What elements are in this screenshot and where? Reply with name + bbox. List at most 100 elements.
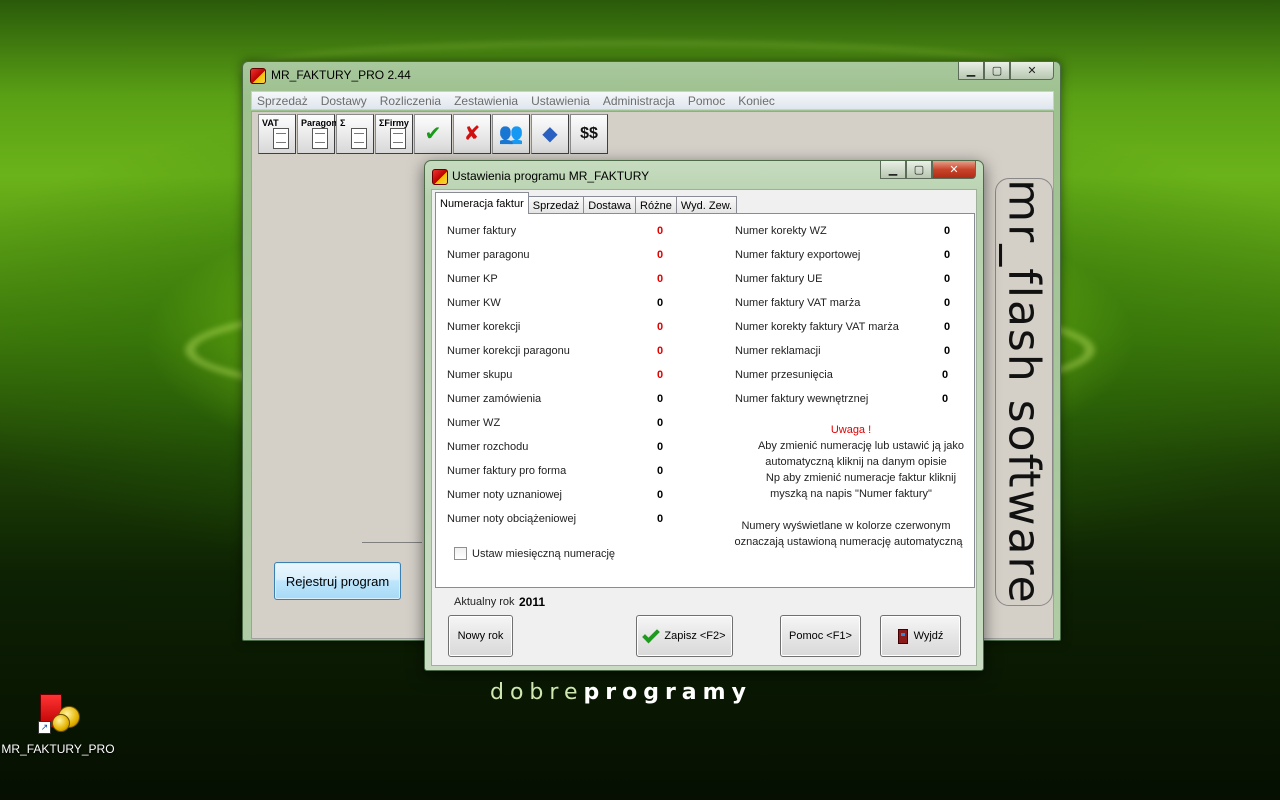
numbering-row[interactable]: Numer korekty faktury VAT marża 0 [735,321,960,337]
menu-zestawienia[interactable]: Zestawienia [454,94,518,108]
numbering-row[interactable]: Numer noty uznaniowej 0 [447,489,672,505]
numbering-row[interactable]: Numer faktury 0 [447,225,672,241]
row-label[interactable]: Numer korekty WZ [735,225,827,237]
row-label[interactable]: Numer korekcji paragonu [447,345,570,357]
row-label[interactable]: Numer reklamacji [735,345,821,357]
red-x-icon: ✘ [463,123,481,145]
row-label[interactable]: Numer rozchodu [447,441,528,453]
shapes-folder-icon: ◆ [542,123,558,145]
new-year-button[interactable]: Nowy rok [448,615,513,657]
numbering-row[interactable]: Numer faktury pro forma 0 [447,465,672,481]
contractors-button[interactable]: 👥 [492,114,530,154]
dialog-maximize-button[interactable]: ▢ [906,161,932,179]
numbering-row[interactable]: Numer skupu 0 [447,369,672,385]
menu-pomoc[interactable]: Pomoc [688,94,725,108]
row-label[interactable]: Numer przesunięcia [735,369,833,381]
numbering-row[interactable]: Numer korekcji 0 [447,321,672,337]
numbering-row[interactable]: Numer paragonu 0 [447,249,672,265]
menu-koniec[interactable]: Koniec [738,94,775,108]
close-button[interactable]: ✕ [1010,62,1054,80]
numbering-row[interactable]: Numer KW 0 [447,297,672,313]
tab-wyd-zew[interactable]: Wyd. Zew. [675,196,738,214]
dialog-close-button[interactable]: ✕ [932,161,976,179]
row-value: 0 [656,489,664,501]
receipt-button[interactable]: Paragon [297,114,337,154]
warehouse-button[interactable]: ◆ [531,114,569,154]
documents-icon [351,128,367,149]
numbering-row[interactable]: Numer faktury exportowej 0 [735,249,960,265]
save-button[interactable]: Zapisz <F2> [636,615,733,657]
notice-line: myszką na napis "Numer faktury" [770,488,932,500]
numbering-row[interactable]: Numer reklamacji 0 [735,345,960,361]
row-label[interactable]: Numer korekcji [447,321,520,333]
menu-dostawy[interactable]: Dostawy [321,94,367,108]
check-icon [642,625,661,643]
app-icon [250,68,266,84]
row-value: 0 [943,273,951,285]
row-label[interactable]: Numer noty uznaniowej [447,489,562,501]
numbering-row[interactable]: Numer rozchodu 0 [447,441,672,457]
numbering-row[interactable]: Numer faktury wewnętrznej 0 [735,393,960,409]
maximize-button[interactable]: ▢ [984,62,1010,80]
row-label[interactable]: Numer faktury wewnętrznej [735,393,868,405]
row-label[interactable]: Numer korekty faktury VAT marża [735,321,899,333]
row-label[interactable]: Numer faktury exportowej [735,249,860,261]
monthly-numbering-option[interactable]: Ustaw miesięczną numerację [454,547,615,560]
row-value: 0 [941,393,949,405]
menu-sprzedaz[interactable]: Sprzedaż [257,94,308,108]
row-label[interactable]: Numer faktury [447,225,516,237]
monthly-numbering-checkbox[interactable] [454,547,467,560]
tab-rozne[interactable]: Różne [635,196,677,214]
settings-dialog: Ustawienia programu MR_FAKTURY ▁ ▢ ✕ Num… [424,160,984,671]
notice-line: Numery wyświetlane w kolorze czerwonym [741,520,951,532]
exit-button[interactable]: Wyjdź [880,615,961,657]
numbering-row[interactable]: Numer zamówienia 0 [447,393,672,409]
row-label[interactable]: Numer KP [447,273,498,285]
tab-numeracja-faktur[interactable]: Numeracja faktur [435,192,529,214]
row-label[interactable]: Numer WZ [447,417,500,429]
numbering-row[interactable]: Numer noty obciążeniowej 0 [447,513,672,529]
shortcut-arrow-icon: ↗ [38,721,51,734]
desktop-shortcut-icon[interactable]: ↗ [38,692,80,734]
maximize-icon: ▢ [913,164,925,176]
row-label[interactable]: Numer skupu [447,369,512,381]
numbering-row[interactable]: Numer faktury UE 0 [735,273,960,289]
money-icon: $$ [580,125,598,142]
row-label[interactable]: Numer zamówienia [447,393,541,405]
tab-dostawa[interactable]: Dostawa [583,196,637,214]
register-program-button[interactable]: Rejestruj program [274,562,401,600]
dialog-titlebar[interactable]: Ustawienia programu MR_FAKTURY ▁ ▢ ✕ [425,161,983,189]
numbering-row[interactable]: Numer WZ 0 [447,417,672,433]
main-titlebar[interactable]: MR_FAKTURY_PRO 2.44 ▁ ▢ ✕ [243,62,1060,90]
row-label[interactable]: Numer noty obciążeniowej [447,513,576,525]
numbering-row[interactable]: Numer przesunięcia 0 [735,369,960,385]
tab-sprzedaz[interactable]: Sprzedaż [527,196,585,214]
sigma-label: Σ [340,118,346,128]
row-label[interactable]: Numer KW [447,297,501,309]
green-check-icon: ✔ [424,123,442,145]
sum-report-button[interactable]: Σ [336,114,374,154]
help-button[interactable]: Pomoc <F1> [780,615,861,657]
menu-rozliczenia[interactable]: Rozliczenia [380,94,441,108]
desktop-shortcut-label[interactable]: MR_FAKTURY_PRO [0,742,116,756]
row-label[interactable]: Numer paragonu [447,249,530,261]
numbering-row[interactable]: Numer korekty WZ 0 [735,225,960,241]
approve-button[interactable]: ✔ [414,114,452,154]
notice-line: automatyczną kliknij na danym opisie [765,456,947,468]
row-label[interactable]: Numer faktury pro forma [447,465,566,477]
row-label[interactable]: Numer faktury UE [735,273,822,285]
dialog-title: Ustawienia programu MR_FAKTURY [452,169,650,183]
menu-ustawienia[interactable]: Ustawienia [531,94,590,108]
payments-button[interactable]: $$ [570,114,608,154]
row-label[interactable]: Numer faktury VAT marża [735,297,860,309]
dialog-minimize-button[interactable]: ▁ [880,161,906,179]
numbering-row[interactable]: Numer KP 0 [447,273,672,289]
menu-administracja[interactable]: Administracja [603,94,675,108]
numbering-row[interactable]: Numer korekcji paragonu 0 [447,345,672,361]
minimize-button[interactable]: ▁ [958,62,984,80]
monthly-numbering-label[interactable]: Ustaw miesięczną numerację [472,548,615,560]
numbering-row[interactable]: Numer faktury VAT marża 0 [735,297,960,313]
companies-report-button[interactable]: ΣFirmy [375,114,413,154]
delete-button[interactable]: ✘ [453,114,491,154]
vat-invoice-button[interactable]: VAT [258,114,296,154]
